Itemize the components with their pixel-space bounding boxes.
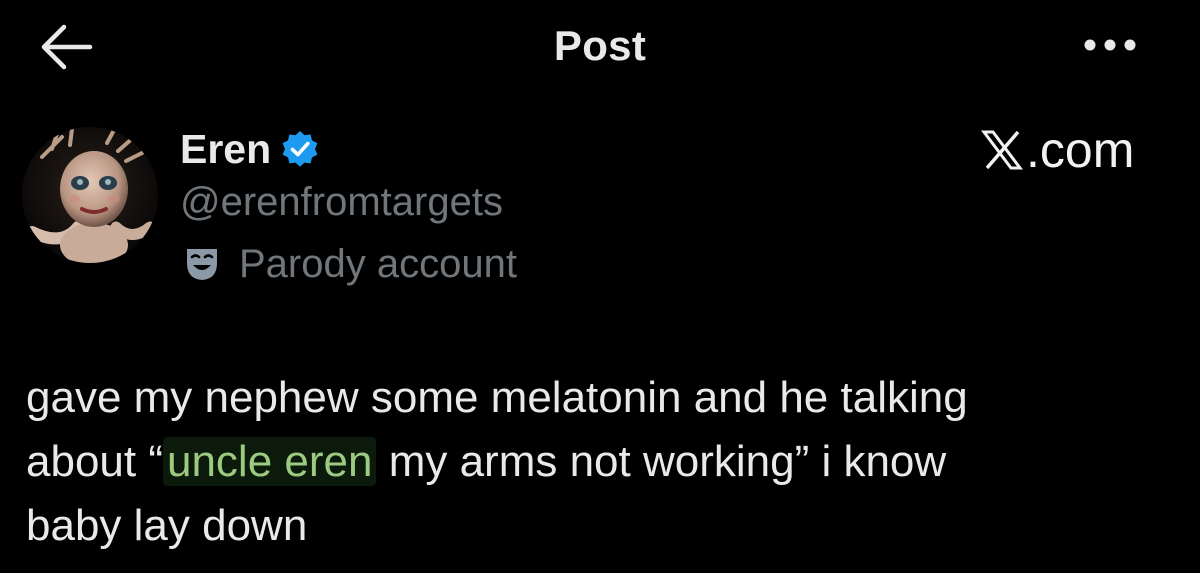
xcom-watermark: .com (980, 120, 1134, 180)
post-line-2-end: my arms not working” i know (376, 437, 947, 486)
parody-label-row: Parody account (180, 240, 517, 288)
watermark-text: .com (1026, 122, 1135, 178)
highlighted-text: uncle eren (162, 437, 377, 486)
verified-badge-icon (282, 131, 318, 167)
more-options-button[interactable] (1080, 30, 1142, 60)
avatar[interactable] (22, 127, 158, 263)
x-logo-icon (981, 130, 1023, 170)
author-name: Eren (180, 125, 272, 172)
post-text: gave my nephew some melatonin and he tal… (26, 366, 1186, 558)
author-name-row[interactable]: Eren (180, 125, 320, 173)
top-bar: Post (0, 0, 1200, 100)
page-title: Post (553, 22, 647, 69)
post-line-1: gave my nephew some melatonin and he tal… (26, 373, 968, 422)
post-line-3: baby lay down (26, 501, 308, 550)
ellipsis-icon (1084, 39, 1136, 51)
author-handle[interactable]: @erenfromtargets (180, 180, 503, 225)
theater-mask-icon (187, 249, 217, 280)
post-line-2-start: about “ (26, 437, 163, 486)
post-line-2: about “uncle eren my arms not working” i… (26, 430, 1186, 494)
parody-account-label: Parody account (239, 241, 517, 286)
